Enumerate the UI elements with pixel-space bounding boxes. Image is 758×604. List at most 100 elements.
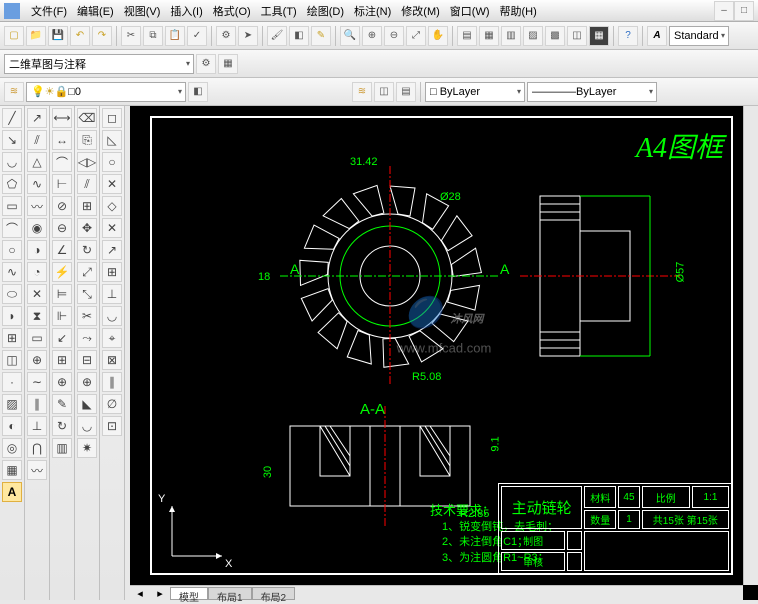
menu-window[interactable]: 窗口(W) bbox=[445, 1, 495, 21]
snap-end-tool[interactable]: ◻ bbox=[102, 108, 122, 128]
stretch-tool[interactable]: ⤡ bbox=[77, 284, 97, 304]
gradient-tool[interactable]: ◐ bbox=[2, 416, 22, 436]
paste-icon[interactable]: 📋 bbox=[165, 26, 185, 46]
arc-tool[interactable]: ⌒ bbox=[2, 218, 22, 238]
dia-dim-tool[interactable]: ⊖ bbox=[52, 218, 72, 238]
menu-dimension[interactable]: 标注(N) bbox=[349, 1, 396, 21]
cross-tool[interactable]: ⊕ bbox=[27, 350, 47, 370]
rectangle-tool[interactable]: ▭ bbox=[2, 196, 22, 216]
snap-tan-tool[interactable]: ◡ bbox=[102, 306, 122, 326]
snap-quad-tool[interactable]: ◇ bbox=[102, 196, 122, 216]
snap-app-tool[interactable]: ⊠ bbox=[102, 350, 122, 370]
snap-cen-tool[interactable]: ○ bbox=[102, 152, 122, 172]
pan-icon[interactable]: ✋ bbox=[428, 26, 448, 46]
center-tool[interactable]: ⊕ bbox=[52, 372, 72, 392]
snap-perp-tool[interactable]: ⊥ bbox=[102, 284, 122, 304]
block-tool[interactable]: ◫ bbox=[2, 350, 22, 370]
sheet-icon[interactable]: ▨ bbox=[523, 26, 543, 46]
layer-select[interactable]: 💡☀🔒 □0 bbox=[26, 82, 186, 102]
move-tool[interactable]: ✥ bbox=[77, 218, 97, 238]
text-tool[interactable]: A bbox=[2, 482, 22, 502]
zoom-icon[interactable]: 🔍 bbox=[340, 26, 360, 46]
zoom-extent-icon[interactable]: ⤢ bbox=[406, 26, 426, 46]
leader-tool[interactable]: ↙ bbox=[52, 328, 72, 348]
circle-tool[interactable]: ○ bbox=[2, 240, 22, 260]
menu-file[interactable]: 文件(F) bbox=[26, 1, 72, 21]
baseline-tool[interactable]: ⊨ bbox=[52, 284, 72, 304]
eraser-icon[interactable]: ◧ bbox=[289, 26, 309, 46]
explode-tool[interactable]: ✷ bbox=[77, 438, 97, 458]
erase-tool[interactable]: ⌫ bbox=[77, 108, 97, 128]
quick-dim-tool[interactable]: ⚡ bbox=[52, 262, 72, 282]
snap-node-tool[interactable]: ✕ bbox=[102, 174, 122, 194]
snap-par-tool[interactable]: ∥ bbox=[102, 372, 122, 392]
viewstyle-gear-icon[interactable]: ⚙ bbox=[196, 54, 216, 74]
menu-format[interactable]: 格式(O) bbox=[208, 1, 256, 21]
brush-icon[interactable]: 🖌 bbox=[267, 26, 287, 46]
color-select[interactable]: □ ByLayer bbox=[425, 82, 525, 102]
donut-tool[interactable]: ◉ bbox=[27, 218, 47, 238]
save-icon[interactable]: 💾 bbox=[48, 26, 68, 46]
props-icon[interactable]: ▤ bbox=[457, 26, 477, 46]
ellipsearc-tool[interactable]: ◗ bbox=[2, 306, 22, 326]
xpoint-tool[interactable]: ✕ bbox=[27, 284, 47, 304]
ray-tool[interactable]: ↗ bbox=[27, 108, 47, 128]
tool-icon[interactable]: ▩ bbox=[545, 26, 565, 46]
undo-icon[interactable]: ↶ bbox=[70, 26, 90, 46]
mirror-tool[interactable]: ⧗ bbox=[27, 306, 47, 326]
block-icon[interactable]: ▦ bbox=[479, 26, 499, 46]
hatch2-tool[interactable]: ▥ bbox=[52, 438, 72, 458]
halfcircle-tool[interactable]: ◑ bbox=[27, 240, 47, 260]
help-icon[interactable]: ? bbox=[618, 26, 638, 46]
break-tool[interactable]: ⊟ bbox=[77, 350, 97, 370]
insert-tool[interactable]: ⊞ bbox=[2, 328, 22, 348]
ord-dim-tool[interactable]: ⊢ bbox=[52, 174, 72, 194]
layerstate-icon[interactable]: ≋ bbox=[352, 82, 372, 102]
ang-dim-tool[interactable]: ∠ bbox=[52, 240, 72, 260]
menu-modify[interactable]: 修改(M) bbox=[396, 1, 445, 21]
radius-dim-tool[interactable]: ⊘ bbox=[52, 196, 72, 216]
text-a-icon[interactable]: A bbox=[647, 26, 667, 46]
minimize-icon[interactable]: – bbox=[714, 1, 734, 21]
linear-dim-tool[interactable]: ⟷ bbox=[52, 108, 72, 128]
tab-model[interactable]: 模型 bbox=[170, 587, 208, 600]
table-icon[interactable]: ▥ bbox=[501, 26, 521, 46]
misc-icon[interactable]: ◫ bbox=[567, 26, 587, 46]
snap-none-tool[interactable]: ∅ bbox=[102, 394, 122, 414]
match-icon[interactable]: ✓ bbox=[187, 26, 207, 46]
hatch-tool[interactable]: ▨ bbox=[2, 394, 22, 414]
snap-near-tool[interactable]: ⌖ bbox=[102, 328, 122, 348]
region-tool[interactable]: ◎ bbox=[2, 438, 22, 458]
freehand-tool[interactable]: 〰 bbox=[27, 196, 47, 216]
snap-ins-tool[interactable]: ⊞ bbox=[102, 262, 122, 282]
drawing-canvas[interactable]: A4图框 bbox=[130, 106, 758, 600]
osnap-tool[interactable]: ⊡ bbox=[102, 416, 122, 436]
angle-tool[interactable]: △ bbox=[27, 152, 47, 172]
array-tool[interactable]: ⊞ bbox=[77, 196, 97, 216]
redo-icon[interactable]: ↷ bbox=[92, 26, 112, 46]
maximize-icon[interactable]: □ bbox=[734, 1, 754, 21]
polygon-tool[interactable]: ⬠ bbox=[2, 174, 22, 194]
parallel-tool[interactable]: ∥ bbox=[27, 394, 47, 414]
viewstyle-select[interactable]: 二维草图与注释 bbox=[4, 54, 194, 74]
tab-layout1[interactable]: 布局1 bbox=[208, 587, 252, 600]
intersect-tool[interactable]: ⋂ bbox=[27, 438, 47, 458]
multiline-tool[interactable]: ⫽ bbox=[27, 130, 47, 150]
new-icon[interactable]: ▢ bbox=[4, 26, 24, 46]
point-tool[interactable]: · bbox=[2, 372, 22, 392]
offset-tool[interactable]: ⫽ bbox=[77, 174, 97, 194]
copy2-tool[interactable]: ⎘ bbox=[77, 130, 97, 150]
horizontal-scrollbar[interactable]: ◂ ▸ 模型 布局1 布局2 bbox=[130, 585, 743, 600]
arrow-icon[interactable]: ➤ bbox=[238, 26, 258, 46]
layerstate2-icon[interactable]: ◫ bbox=[374, 82, 394, 102]
scale-tool[interactable]: ⤢ bbox=[77, 262, 97, 282]
layerstate3-icon[interactable]: ▤ bbox=[396, 82, 416, 102]
fillet-tool[interactable]: ◡ bbox=[77, 416, 97, 436]
menu-help[interactable]: 帮助(H) bbox=[495, 1, 542, 21]
tolerance-tool[interactable]: ⊞ bbox=[52, 350, 72, 370]
tab-layout2[interactable]: 布局2 bbox=[252, 587, 296, 600]
copy-icon[interactable]: ⧉ bbox=[143, 26, 163, 46]
chamfer-tool[interactable]: ◣ bbox=[77, 394, 97, 414]
style-select[interactable]: Standard bbox=[669, 26, 729, 46]
aligned-dim-tool[interactable]: ↔ bbox=[52, 130, 72, 150]
